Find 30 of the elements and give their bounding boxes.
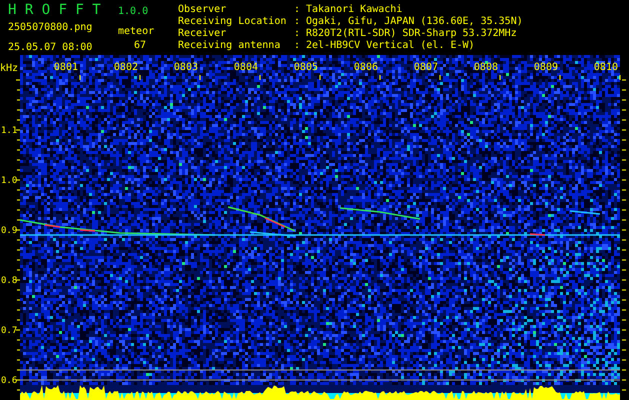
field-value: Ogaki, Gifu, JAPAN (136.60E, 35.35N) — [306, 16, 523, 28]
field-label: Receiving Location — [178, 16, 288, 28]
separator: : — [294, 28, 302, 40]
field-value: 2el-HB9CV Vertical (el. E-W) — [306, 40, 475, 52]
time-label: 0810 — [594, 62, 618, 73]
file-name: 2505070800.png — [8, 22, 92, 34]
frequency-label: 0.7 — [1, 326, 18, 336]
meteor-count: 67 — [134, 40, 146, 52]
separator: : — [294, 40, 302, 52]
counter-label: meteor — [118, 26, 154, 38]
field-label: Observer — [178, 4, 228, 16]
field-label: Receiver — [178, 28, 228, 40]
separator: : — [294, 16, 302, 28]
field-label: Receiving antenna — [178, 40, 282, 52]
separator: : — [294, 4, 302, 16]
app-title: H R O F F T — [8, 2, 102, 18]
date-time: 25.05.07 08:00 — [8, 42, 92, 54]
frequency-label: 1.0 — [1, 176, 18, 186]
time-label: 0806 — [354, 62, 378, 73]
time-label: 0809 — [534, 62, 558, 73]
frequency-label: 1.1 — [1, 126, 18, 136]
field-value: Takanori Kawachi — [306, 4, 402, 16]
frequency-label: 0.6 — [1, 376, 18, 386]
time-label: 0802 — [114, 62, 138, 73]
field-value: R820T2(RTL-SDR) SDR-Sharp 53.372MHz — [306, 28, 517, 40]
time-label: 0804 — [234, 62, 258, 73]
frequency-unit: kHz — [0, 63, 18, 74]
frequency-label: 0.8 — [1, 276, 18, 286]
frequency-label: 0.9 — [1, 226, 18, 236]
app-version: 1.0.0 — [118, 6, 148, 18]
